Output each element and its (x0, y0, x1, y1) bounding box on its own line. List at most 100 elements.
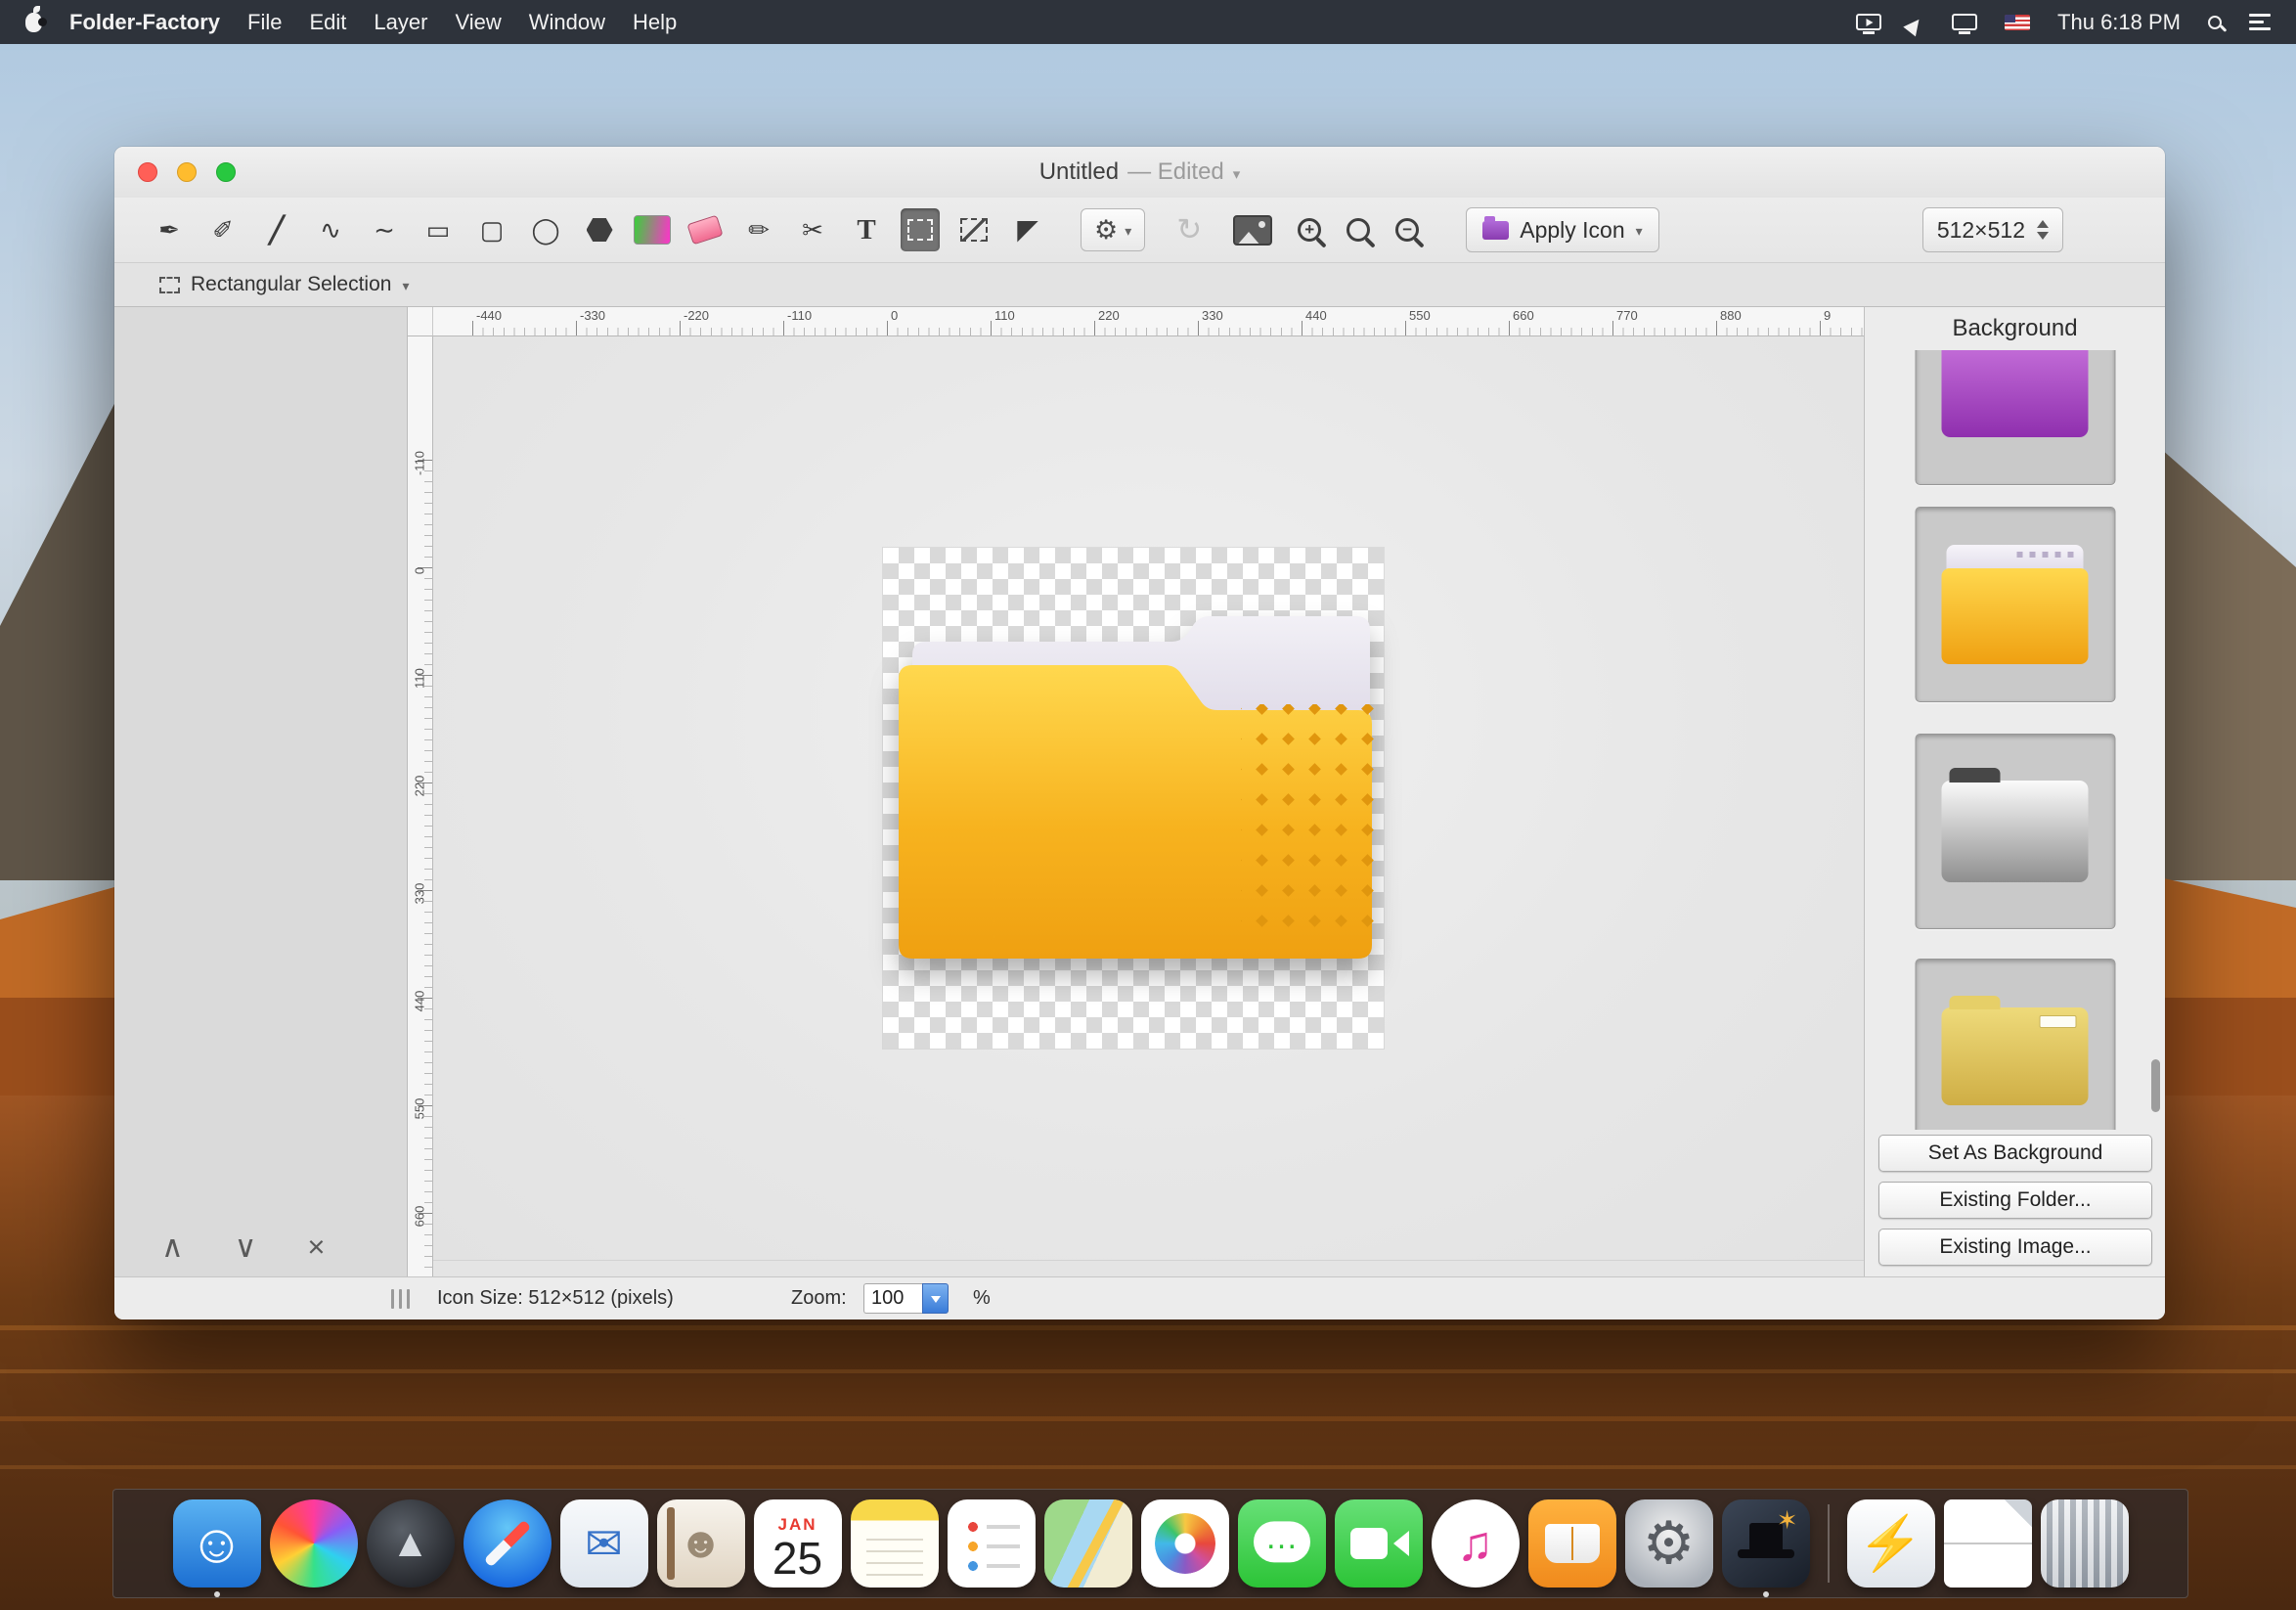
icon-artboard[interactable] (883, 548, 1384, 1049)
canvas[interactable] (433, 336, 1864, 1276)
dock-lightning-app-icon[interactable]: ⚡ (1847, 1499, 1935, 1588)
chevron-down-icon: ▾ (1636, 220, 1643, 240)
existing-folder-button[interactable]: Existing Folder... (1878, 1182, 2152, 1219)
dock-maps-icon[interactable] (1044, 1499, 1132, 1588)
dock-trash-icon[interactable] (2041, 1499, 2129, 1588)
brush-tool[interactable]: ✐ (203, 208, 243, 251)
zoom-in-button[interactable]: + (1298, 218, 1321, 242)
dock-safari-icon[interactable] (464, 1499, 552, 1588)
dock-textedit-document-icon[interactable] (1944, 1499, 2032, 1588)
menu-view[interactable]: View (455, 10, 501, 35)
apple-menu-icon[interactable] (25, 13, 42, 32)
dock-ibooks-icon[interactable] (1528, 1499, 1616, 1588)
set-as-background-button[interactable]: Set As Background (1878, 1135, 2152, 1172)
ruler-label: -110 (787, 308, 812, 323)
title-chevron-icon[interactable]: ▾ (1233, 161, 1241, 183)
dock-photos-icon[interactable] (1141, 1499, 1229, 1588)
notification-center-icon[interactable] (2249, 14, 2271, 30)
text-tool[interactable]: T (847, 208, 886, 251)
app-menu-title[interactable]: Folder-Factory (69, 10, 220, 35)
dock-notes-icon[interactable] (851, 1499, 939, 1588)
zoom-out-button[interactable]: − (1395, 218, 1419, 242)
apply-icon-button[interactable]: Apply Icon ▾ (1466, 207, 1658, 252)
freeform-selection-tool[interactable] (954, 208, 993, 251)
background-thumbnail-gray-folder[interactable] (1915, 734, 2115, 929)
gear-icon: ⚙ (1094, 215, 1118, 246)
delete-layer-button[interactable]: × (307, 1230, 325, 1265)
zoom-label: Zoom: (791, 1287, 847, 1310)
dock-divider (1828, 1504, 1830, 1583)
rectangle-tool[interactable]: ▭ (419, 208, 458, 251)
zoom-input[interactable] (863, 1283, 922, 1314)
zoom-actual-size-button[interactable] (1347, 218, 1370, 242)
chevron-down-icon[interactable]: ▾ (402, 275, 409, 294)
tool-strip: ✒ ✐ ╱ ∿ ∼ ▭ ▢ ◯ ✏ ✂ T ◤ (150, 208, 1047, 251)
dock-mail-icon[interactable]: ✉ (560, 1499, 648, 1588)
background-thumbnail-purple-folder[interactable] (1915, 350, 2115, 485)
redo-icon[interactable]: ↻ (1176, 212, 1202, 247)
rounded-rectangle-tool[interactable]: ▢ (472, 208, 511, 251)
curve-tool[interactable]: ∿ (311, 208, 350, 251)
menu-file[interactable]: File (247, 10, 282, 35)
ruler-label: -220 (684, 308, 709, 323)
icon-size-stepper[interactable]: 512×512 (1922, 207, 2063, 252)
pointer-tool[interactable]: ◤ (1008, 208, 1047, 251)
running-indicator (1763, 1591, 1769, 1597)
ruler-label: 440 (413, 980, 427, 1023)
freehand-curve-tool[interactable]: ∼ (365, 208, 404, 251)
rectangular-selection-tool[interactable] (901, 208, 940, 251)
input-language-flag-icon[interactable] (2005, 15, 2030, 30)
ruler-label: 660 (1513, 308, 1534, 323)
airplay-display-icon[interactable] (1856, 14, 1881, 30)
dock-finder-icon[interactable]: ☺ (173, 1499, 261, 1588)
window-content: ∧ ∨ × -440-330-220-110011022033044055066… (114, 307, 2165, 1276)
vertical-ruler: -1100110220330440550660 (408, 336, 433, 1276)
ellipse-tool[interactable]: ◯ (526, 208, 565, 251)
dock-system-preferences-icon[interactable]: ⚙ (1625, 1499, 1713, 1588)
ruler-label: -110 (413, 442, 427, 485)
line-tool[interactable]: ╱ (257, 208, 296, 251)
background-thumbnail-yellow-tab-folder[interactable] (1915, 507, 2115, 702)
dock-facetime-icon[interactable] (1335, 1499, 1423, 1588)
document-edited-badge: — Edited (1127, 158, 1224, 186)
spotlight-search-icon[interactable] (2208, 16, 2222, 29)
selection-mode-label[interactable]: Rectangular Selection (191, 273, 391, 296)
pencil-tool[interactable]: ✏ (739, 208, 778, 251)
dock-contacts-icon[interactable]: ☻ (657, 1499, 745, 1588)
polygon-tool[interactable] (580, 208, 619, 251)
ruler-label: -440 (476, 308, 502, 323)
menu-bar-clock[interactable]: Thu 6:18 PM (2057, 10, 2181, 35)
image-export-icon[interactable] (1233, 215, 1272, 246)
panel-scrollbar[interactable] (2151, 1059, 2160, 1112)
icon-size-value: 512×512 (1937, 217, 2025, 244)
existing-image-button[interactable]: Existing Image... (1878, 1229, 2152, 1266)
dock-reminders-icon[interactable] (948, 1499, 1036, 1588)
pointer-status-icon[interactable] (1909, 11, 1924, 34)
menu-edit[interactable]: Edit (309, 10, 346, 35)
pen-tool[interactable]: ✒ (150, 208, 189, 251)
stepper-arrows-icon[interactable] (2037, 220, 2049, 240)
actions-gear-button[interactable]: ⚙ ▾ (1081, 208, 1145, 251)
menu-help[interactable]: Help (633, 10, 677, 35)
dock-folder-factory-icon[interactable]: ✶ (1722, 1499, 1810, 1588)
dock-itunes-icon[interactable]: ♫ (1432, 1499, 1520, 1588)
horizontal-ruler-row: -440-330-220-110011022033044055066077088… (408, 307, 1864, 336)
move-layer-up-button[interactable]: ∧ (161, 1230, 184, 1265)
scissors-tool[interactable]: ✂ (793, 208, 832, 251)
display-icon[interactable] (1952, 14, 1977, 30)
background-thumbnail-classic-yellow-folder[interactable] (1915, 959, 2115, 1130)
horizontal-ruler: -440-330-220-110011022033044055066077088… (433, 307, 1864, 336)
menu-layer[interactable]: Layer (374, 10, 427, 35)
gradient-tool[interactable] (634, 215, 671, 245)
zoom-dropdown-button[interactable] (922, 1283, 949, 1314)
dock-messages-icon[interactable]: … (1238, 1499, 1326, 1588)
menu-window[interactable]: Window (529, 10, 605, 35)
panel-resize-handle[interactable] (391, 1289, 410, 1309)
move-layer-down-button[interactable]: ∨ (235, 1230, 257, 1265)
dock-launchpad-icon[interactable]: ▲ (367, 1499, 455, 1588)
dock-siri-icon[interactable] (270, 1499, 358, 1588)
eraser-tool[interactable] (685, 208, 725, 251)
ruler-label: 770 (1616, 308, 1638, 323)
dock-calendar-icon[interactable]: JAN25 (754, 1499, 842, 1588)
percent-label: % (973, 1287, 991, 1310)
